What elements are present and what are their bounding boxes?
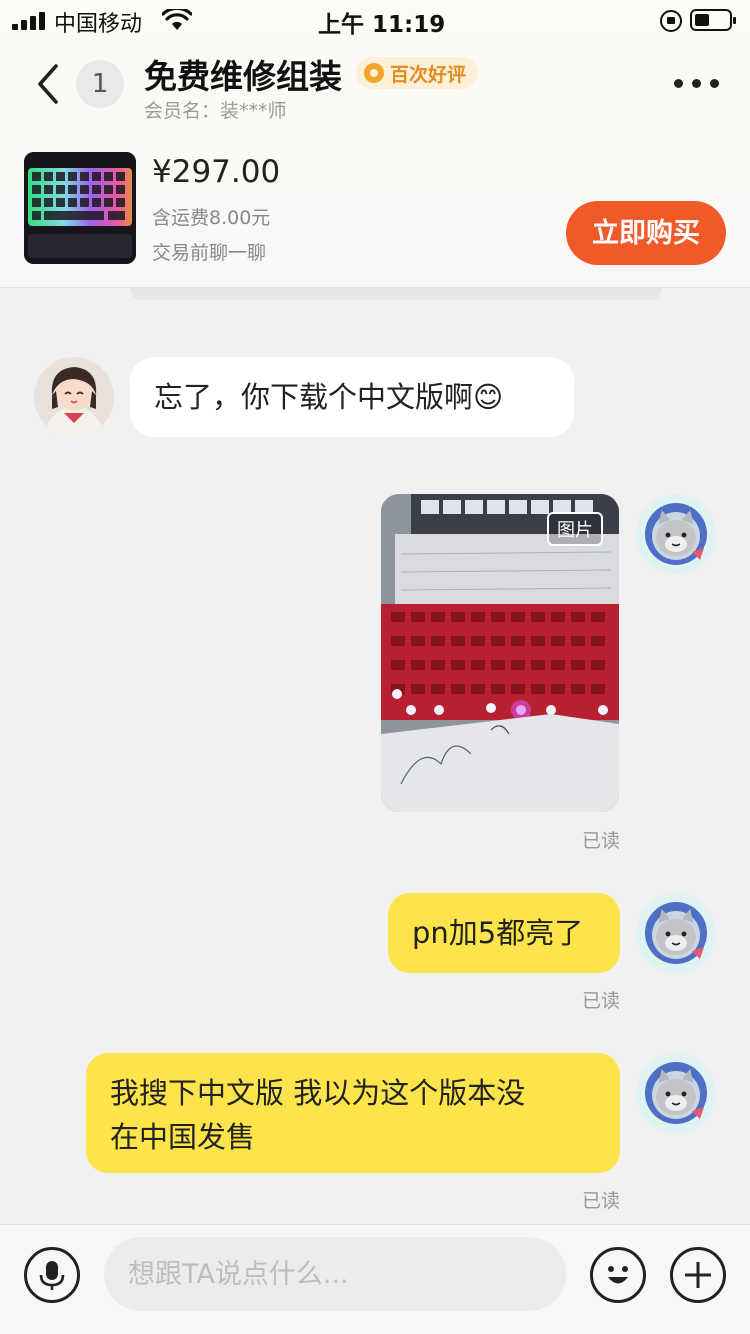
microphone-glyph (39, 1261, 65, 1290)
carrier-label: 中国移动 (54, 12, 143, 37)
cat-astronaut-avatar (636, 893, 716, 973)
buy-now-button[interactable]: 立即购买 (566, 201, 726, 265)
my-avatar[interactable] (636, 1053, 716, 1133)
rating-badge-label: 百次好评 (390, 63, 467, 86)
emoji-icon[interactable] (590, 1247, 646, 1303)
sent-photo[interactable]: 图片 (381, 494, 619, 812)
cat-astronaut-avatar (636, 1053, 716, 1133)
smiley-glyph (608, 1266, 628, 1284)
product-price: ¥297.00 (152, 154, 281, 190)
chat-tip: 交易前聊一聊 (152, 242, 267, 264)
seller-avatar[interactable] (34, 357, 114, 437)
plus-glyph (685, 1262, 711, 1288)
my-avatar[interactable] (636, 893, 716, 973)
read-status: 已读 (582, 990, 621, 1012)
more-dots-icon[interactable] (672, 70, 722, 96)
voice-icon[interactable] (24, 1247, 80, 1303)
plus-icon[interactable] (670, 1247, 726, 1303)
anime-girl-avatar (34, 357, 114, 437)
photo-tag: 图片 (547, 512, 603, 546)
keyboard-image (24, 152, 136, 264)
member-name: 会员名：装***师 (144, 100, 287, 122)
clock: 上午 11:19 (318, 12, 446, 38)
signal-icon (12, 12, 48, 30)
input-bar (0, 1224, 750, 1334)
product-thumbnail[interactable] (24, 152, 136, 264)
medal-icon (364, 63, 384, 83)
previous-message-bubble (130, 288, 662, 300)
outgoing-message[interactable]: 我搜下中文版 我以为这个版本没 在中国发售 (86, 1053, 620, 1173)
message-line: 我搜下中文版 我以为这个版本没 (110, 1076, 526, 1110)
back-arrow-icon[interactable] (26, 56, 70, 112)
status-bar: 中国移动 上午 11:19 (0, 0, 750, 40)
my-avatar[interactable] (636, 494, 716, 574)
incoming-message[interactable]: 忘了，你下载个中文版啊😊 (130, 357, 574, 437)
page-title: 免费维修组装 (144, 57, 342, 96)
read-status: 已读 (582, 1190, 621, 1212)
shipping-fee: 含运费8.00元 (152, 207, 271, 229)
cat-astronaut-avatar (636, 494, 716, 574)
outgoing-message[interactable]: pn加5都亮了 (388, 893, 620, 973)
chat-header: 中国移动 上午 11:19 1 免费维修组装 百次好评 会员名：装***师 ¥2… (0, 0, 750, 288)
message-line: 在中国发售 (110, 1120, 256, 1154)
wifi-icon (162, 9, 192, 30)
rating-badge: 百次好评 (356, 57, 479, 89)
read-status: 已读 (582, 830, 621, 852)
rotation-lock-icon (660, 10, 682, 32)
battery-icon (690, 9, 736, 31)
message-input[interactable] (104, 1237, 566, 1311)
unread-count-badge[interactable]: 1 (76, 60, 124, 108)
